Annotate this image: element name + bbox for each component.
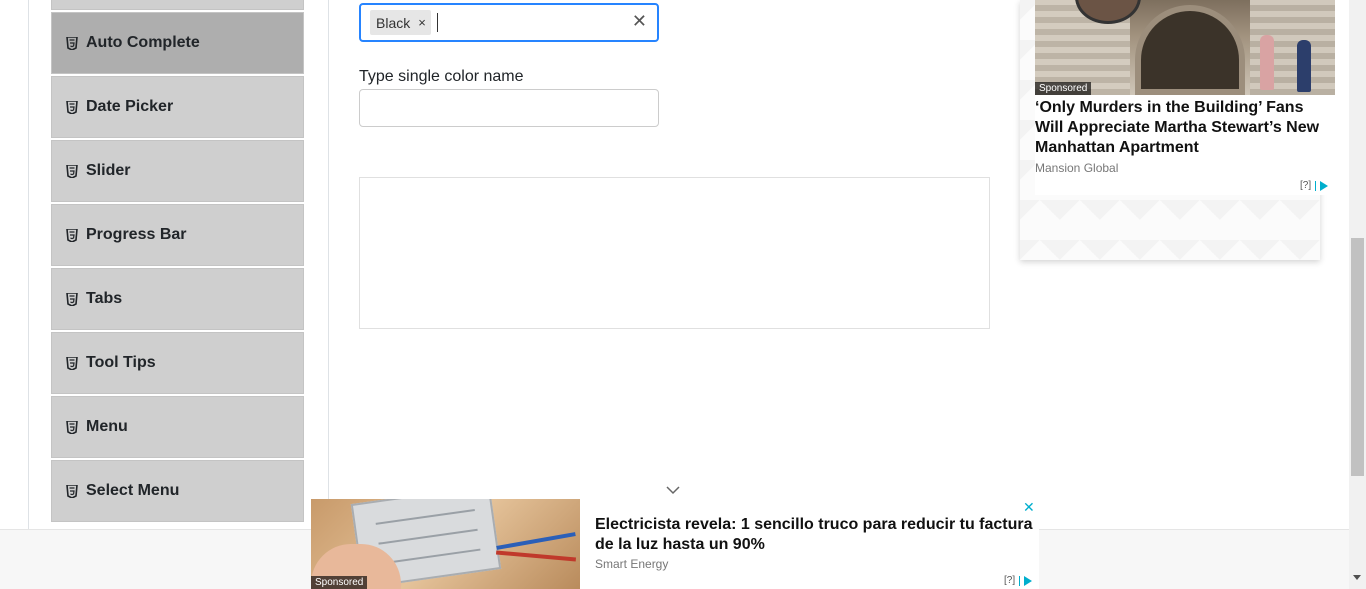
html5-icon	[66, 292, 78, 306]
sidebar-item-previous[interactable]	[51, 0, 304, 10]
sponsored-label: Sponsored	[1035, 82, 1092, 95]
sidebar-item-tool-tips[interactable]: Tool Tips	[51, 332, 304, 394]
adchoices-icon[interactable]: [?]	[1300, 180, 1329, 191]
html5-icon	[66, 484, 78, 498]
sidebar-item-label: Tool Tips	[86, 354, 156, 371]
side-ad[interactable]: Sponsored ‘Only Murders in the Building’…	[1035, 0, 1335, 195]
bottom-ad-source[interactable]: Smart Energy	[595, 557, 668, 571]
chip-remove-icon[interactable]: ×	[416, 10, 431, 35]
side-ad-headline[interactable]: ‘Only Murders in the Building’ Fans Will…	[1035, 98, 1335, 158]
sidebar-item-progress-bar[interactable]: Progress Bar	[51, 204, 304, 266]
sidebar-menu: Auto Complete Date Picker Slider Progres…	[51, 0, 304, 524]
scroll-down-arrow-icon[interactable]	[1353, 575, 1361, 580]
html5-icon	[66, 36, 78, 50]
sidebar-item-select-menu[interactable]: Select Menu	[51, 460, 304, 522]
sidebar-item-label: Tabs	[86, 290, 123, 307]
sidebar-item-label: Menu	[86, 418, 128, 435]
multiple-color-autocomplete-input[interactable]: Black × ✕	[359, 3, 659, 42]
sidebar-item-tabs[interactable]: Tabs	[51, 268, 304, 330]
selected-color-chip: Black ×	[370, 10, 431, 35]
sidebar-item-label: Date Picker	[86, 98, 174, 115]
side-ad-image[interactable]: Sponsored	[1035, 0, 1335, 95]
close-icon[interactable]: ✕	[1023, 499, 1035, 516]
html5-icon	[66, 164, 78, 178]
adchoices-icon[interactable]: [?]	[1004, 575, 1033, 586]
sidebar-item-label: Auto Complete	[86, 34, 200, 51]
sidebar-item-auto-complete[interactable]: Auto Complete	[51, 12, 304, 74]
chevron-down-icon[interactable]	[666, 485, 680, 495]
html5-icon	[66, 228, 78, 242]
sidebar-left-divider	[28, 0, 29, 529]
adchoices-label: [?]	[1300, 180, 1312, 191]
html5-icon	[66, 100, 78, 114]
text-cursor	[436, 13, 438, 32]
html5-icon	[66, 420, 78, 434]
bottom-ad-image[interactable]: Sponsored	[311, 499, 580, 589]
bottom-sticky-ad[interactable]: Sponsored Electricista revela: 1 sencill…	[311, 499, 1039, 589]
clear-all-icon[interactable]: ✕	[632, 11, 647, 32]
html5-icon	[66, 356, 78, 370]
sidebar-item-slider[interactable]: Slider	[51, 140, 304, 202]
sponsored-label: Sponsored	[311, 576, 368, 589]
page: Auto Complete Date Picker Slider Progres…	[0, 0, 1366, 589]
ad-placeholder	[359, 177, 990, 329]
sidebar-item-menu[interactable]: Menu	[51, 396, 304, 458]
adchoices-label: [?]	[1004, 575, 1016, 586]
sidebar-right-divider	[328, 0, 329, 529]
sidebar-item-label: Progress Bar	[86, 226, 187, 243]
sidebar-item-date-picker[interactable]: Date Picker	[51, 76, 304, 138]
scrollbar-thumb[interactable]	[1351, 238, 1364, 476]
sidebar-item-label: Slider	[86, 162, 131, 179]
chip-label: Black	[376, 14, 411, 31]
side-ad-source[interactable]: Mansion Global	[1035, 161, 1118, 175]
sidebar-item-label: Select Menu	[86, 482, 180, 499]
bottom-ad-headline[interactable]: Electricista revela: 1 sencillo truco pa…	[595, 515, 1037, 555]
single-color-label: Type single color name	[359, 68, 524, 85]
single-color-autocomplete-input[interactable]	[359, 89, 659, 127]
vertical-scrollbar[interactable]	[1349, 0, 1366, 589]
